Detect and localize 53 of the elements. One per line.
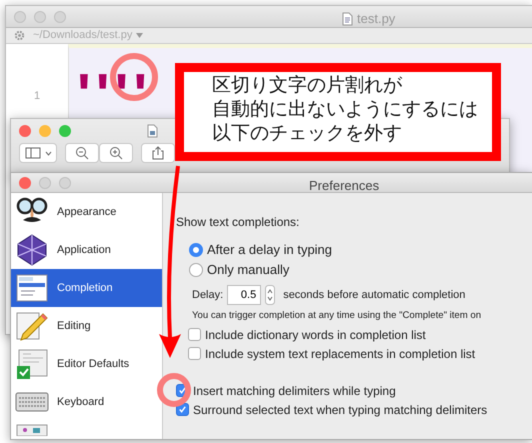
stepper-control[interactable] xyxy=(265,285,276,305)
document-icon xyxy=(147,124,158,138)
crystal-icon xyxy=(15,234,49,266)
window-control-button[interactable] xyxy=(59,125,71,137)
callout-text: 区切り文字の片割れが 自動的に出ないようにするには 以下のチェックを外す xyxy=(212,74,479,146)
line-number: 1 xyxy=(32,89,42,104)
document-icon xyxy=(342,12,353,26)
window-control-button[interactable] xyxy=(39,125,51,137)
section-label: Show text completions: xyxy=(176,214,300,231)
window-title: Preferences xyxy=(309,177,380,195)
window-title: test.py xyxy=(357,10,396,28)
code-line: '''' xyxy=(77,64,152,88)
checkbox[interactable] xyxy=(188,328,201,342)
radio-option[interactable]: After a delay in typing xyxy=(189,240,332,260)
info-text: You can trigger completion at any time using the "Complete" item on xyxy=(192,309,482,323)
settings-icon[interactable] xyxy=(14,30,25,41)
list-icon xyxy=(15,272,49,304)
share-icon xyxy=(152,146,164,160)
window-control-button[interactable] xyxy=(34,10,46,22)
window-control-button[interactable] xyxy=(39,176,51,188)
sidebar-item[interactable]: Keyboard xyxy=(11,383,162,421)
highlight-circle xyxy=(157,373,191,407)
sidebar-item[interactable]: Completion xyxy=(11,269,162,307)
caret-icon xyxy=(136,33,144,38)
sidebar-item[interactable]: Application xyxy=(11,231,162,269)
checkbox-option[interactable]: Surround selected text when typing matching delimiters xyxy=(176,400,488,420)
window-control-button[interactable] xyxy=(19,176,31,188)
checkbox[interactable] xyxy=(188,347,201,360)
sidebar-item[interactable]: Editing xyxy=(11,307,162,345)
delay-field[interactable]: 0.5 xyxy=(227,285,262,305)
zoom-out-button[interactable] xyxy=(65,143,99,163)
window-control-button[interactable] xyxy=(59,176,71,188)
share-button[interactable] xyxy=(141,143,175,163)
checkbox-option[interactable]: Insert matching delimiters while typing xyxy=(176,381,396,400)
network-icon xyxy=(15,424,49,436)
checkbox-option[interactable]: Include system text replacements in completion list xyxy=(188,344,476,364)
window-control-button[interactable] xyxy=(14,10,26,22)
checkbox-option[interactable]: Include dictionary words in completion list xyxy=(188,325,426,344)
radio-option[interactable]: Only manually xyxy=(189,260,290,280)
zoom-out-icon xyxy=(75,146,89,160)
sidebar-toggle-button[interactable] xyxy=(19,143,57,163)
pencil-icon xyxy=(15,310,49,342)
zoom-in-icon xyxy=(109,146,123,160)
zoom-in-button[interactable] xyxy=(99,143,133,163)
window-control-button[interactable] xyxy=(19,125,31,137)
delay-description: seconds before automatic completion xyxy=(283,288,466,303)
sidebar-item[interactable]: Editor Defaults xyxy=(11,345,162,383)
window-control-button[interactable] xyxy=(54,10,66,22)
caret-icon xyxy=(44,150,52,156)
sidebar-icon xyxy=(24,147,40,159)
sidebar-item[interactable]: Appearance xyxy=(11,193,162,231)
window-checkmark-icon xyxy=(15,348,49,380)
field-label: Delay: xyxy=(192,288,224,303)
